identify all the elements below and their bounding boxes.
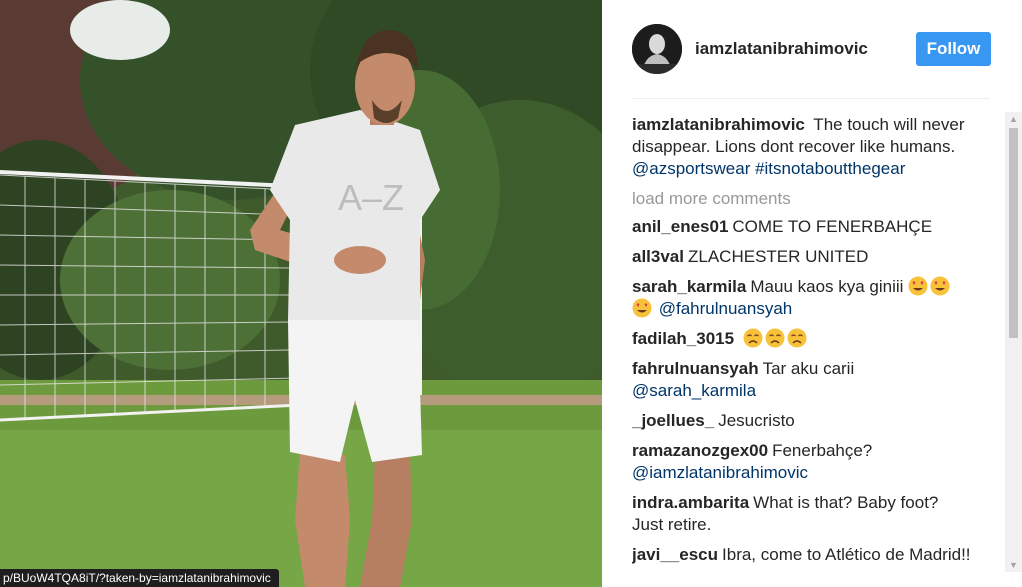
- comment-username[interactable]: anil_enes01: [632, 217, 728, 236]
- comment-text: Fenerbahçe?: [772, 441, 873, 460]
- comment-username[interactable]: sarah_karmila: [632, 277, 746, 296]
- comment-username[interactable]: fadilah_3015: [632, 329, 734, 348]
- comment-text: ZLACHESTER UNITED: [688, 247, 869, 266]
- heart-eyes-emoji-icon: [632, 298, 652, 318]
- comment-username[interactable]: all3val: [632, 247, 684, 266]
- disappointed-emoji-icon: [743, 328, 763, 348]
- scroll-thumb[interactable]: [1009, 128, 1018, 338]
- post-sidebar: iamzlatanibrahimovic Follow iamzlatanibr…: [602, 0, 1022, 587]
- comment-item: _joellues_ Jesucristo: [632, 410, 972, 432]
- post-header: iamzlatanibrahimovic Follow: [602, 0, 1022, 98]
- comment-item: fadilah_3015: [632, 328, 972, 350]
- heart-eyes-emoji-icon: [930, 276, 950, 296]
- follow-button[interactable]: Follow: [916, 32, 991, 66]
- disappointed-emoji-icon: [787, 328, 807, 348]
- comment-text: Tar aku carii: [762, 359, 855, 378]
- scroll-up-arrow-icon[interactable]: ▲: [1005, 112, 1022, 126]
- comment-text: COME TO FENERBAHÇE: [732, 217, 933, 236]
- caption-username[interactable]: iamzlatanibrahimovic: [632, 115, 805, 134]
- scroll-down-arrow-icon[interactable]: ▼: [1005, 558, 1022, 572]
- comment-item: indra.ambarita What is that? Baby foot? J…: [632, 492, 972, 536]
- comment-item: anil_enes01 COME TO FENERBAHÇE: [632, 216, 972, 238]
- comment-item: fahrulnuansyah Tar aku carii @sarah_karmi…: [632, 358, 972, 402]
- comment-username[interactable]: javi__escu: [632, 545, 718, 564]
- comment-username[interactable]: ramazanozgex00: [632, 441, 768, 460]
- comment-mention[interactable]: @iamzlatanibrahimovic: [632, 463, 808, 482]
- comment-text: Jesucristo: [718, 411, 795, 430]
- comment-item: all3val ZLACHESTER UNITED: [632, 246, 972, 268]
- status-bar-url: p/BUoW4TQA8iT/?taken-by=iamzlatanibrahim…: [0, 569, 279, 587]
- post-photo[interactable]: A–Z p/BUoW4TQA8iT/?taken-by=iamzlatanibr…: [0, 0, 602, 587]
- caption-tags[interactable]: @azsportswear #itsnotaboutthegear: [632, 159, 905, 178]
- shirt-logo: A–Z: [338, 177, 404, 218]
- comment-text: Mauu kaos kya giniii: [750, 277, 904, 296]
- divider: [632, 98, 990, 99]
- comment-item: ramazanozgex00 Fenerbahçe? @iamzlatanibra…: [632, 440, 972, 484]
- comment-username[interactable]: _joellues_: [632, 411, 714, 430]
- comment-mention[interactable]: @fahrulnuansyah: [659, 299, 793, 318]
- load-more-comments-link[interactable]: load more comments: [632, 188, 972, 210]
- avatar[interactable]: [632, 24, 682, 74]
- post-caption: iamzlatanibrahimovic The touch will neve…: [632, 114, 972, 180]
- comment-mention[interactable]: @sarah_karmila: [632, 381, 756, 400]
- comments-scrollbar[interactable]: ▲ ▼: [1005, 112, 1022, 572]
- photo-scene: A–Z: [0, 0, 602, 587]
- comment-item: sarah_karmila Mauu kaos kya giniii @fahru…: [632, 276, 972, 320]
- heart-eyes-emoji-icon: [908, 276, 928, 296]
- disappointed-emoji-icon: [765, 328, 785, 348]
- comment-item: javi__escu Ibra, come to Atlético de Madr…: [632, 544, 972, 566]
- comment-text: Ibra, come to Atlético de Madrid!!: [722, 545, 971, 564]
- comment-username[interactable]: indra.ambarita: [632, 493, 749, 512]
- comments-list[interactable]: iamzlatanibrahimovic The touch will neve…: [632, 114, 972, 574]
- profile-username[interactable]: iamzlatanibrahimovic: [695, 39, 868, 59]
- comment-username[interactable]: fahrulnuansyah: [632, 359, 759, 378]
